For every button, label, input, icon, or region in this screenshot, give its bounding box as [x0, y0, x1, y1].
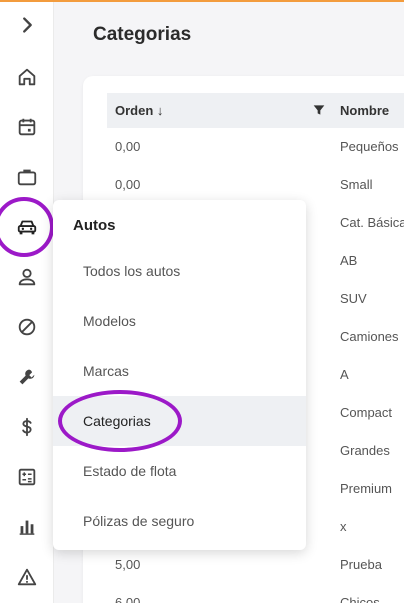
block-icon	[18, 318, 36, 336]
dollar-icon	[22, 417, 32, 437]
sidebar-item-payments[interactable]	[8, 408, 46, 446]
sidebar-item-calendar[interactable]	[8, 108, 46, 146]
expand-sidebar-button[interactable]	[8, 6, 46, 44]
cell-nombre: Compact	[340, 405, 393, 420]
person-icon	[18, 268, 36, 286]
briefcase-icon	[17, 169, 37, 186]
cell-nombre: AB	[340, 253, 358, 268]
calculator-icon	[18, 468, 36, 486]
cell-orden: 0,00	[115, 177, 141, 192]
sidebar-item-customers[interactable]	[8, 258, 46, 296]
calendar-icon	[18, 118, 36, 136]
sidebar-item-reports[interactable]	[8, 508, 46, 546]
submenu-item-insurance-policies[interactable]: Pólizas de seguro	[53, 496, 306, 546]
cell-orden: 5,00	[115, 557, 141, 572]
page-title: Categorias	[93, 24, 192, 45]
top-accent-bar	[0, 0, 404, 2]
submenu-item-fleet-status[interactable]: Estado de flota	[53, 446, 306, 496]
cell-orden: 0,00	[115, 139, 141, 154]
sidebar-item-calculator[interactable]	[8, 458, 46, 496]
cell-nombre: Small	[340, 177, 373, 192]
sidebar-rail	[0, 2, 54, 603]
table-row[interactable]: 0,00 Pequeños	[107, 128, 404, 166]
cell-nombre: Prueba	[340, 557, 382, 572]
cell-nombre: Grandes	[340, 443, 390, 458]
home-icon	[18, 68, 36, 86]
cell-nombre: x	[340, 519, 347, 534]
warning-icon	[17, 568, 37, 586]
submenu-item-brands[interactable]: Marcas	[53, 346, 306, 396]
chevron-right-icon	[23, 17, 32, 33]
submenu-item-models[interactable]: Modelos	[53, 296, 306, 346]
cell-nombre: Pequeños	[340, 139, 399, 154]
cell-nombre: Camiones	[340, 329, 399, 344]
sidebar-item-maintenance[interactable]	[8, 358, 46, 396]
sidebar-item-reservations[interactable]	[8, 158, 46, 196]
cell-orden: 6,00	[115, 595, 141, 603]
column-header-orden[interactable]: Orden ↓	[115, 103, 163, 118]
table-row[interactable]: 0,00 Small	[107, 166, 404, 204]
table-header: Orden ↓ Nombre	[107, 93, 404, 128]
cell-nombre: Cat. Básica	[340, 215, 404, 230]
sidebar-item-home[interactable]	[8, 58, 46, 96]
wrench-icon	[19, 369, 35, 385]
cell-nombre: Premium	[340, 481, 393, 496]
sidebar-item-alerts[interactable]	[8, 558, 46, 596]
cell-nombre: Chicos	[340, 595, 380, 603]
categories-highlight-circle	[58, 390, 182, 452]
cell-nombre: A	[340, 367, 349, 382]
submenu-title: Autos	[73, 217, 116, 234]
bar-chart-icon	[19, 520, 35, 535]
cell-nombre: SUV	[340, 291, 367, 306]
table-row[interactable]: 6,00 Chicos	[107, 584, 404, 603]
sidebar-item-blocked[interactable]	[8, 308, 46, 346]
column-header-nombre[interactable]: Nombre	[340, 103, 389, 118]
submenu-item-all-cars[interactable]: Todos los autos	[53, 246, 306, 296]
filter-icon[interactable]	[311, 102, 327, 118]
table-row[interactable]: 5,00 Prueba	[107, 546, 404, 584]
cars-submenu: Autos Todos los autos Modelos Marcas Cat…	[53, 200, 306, 550]
